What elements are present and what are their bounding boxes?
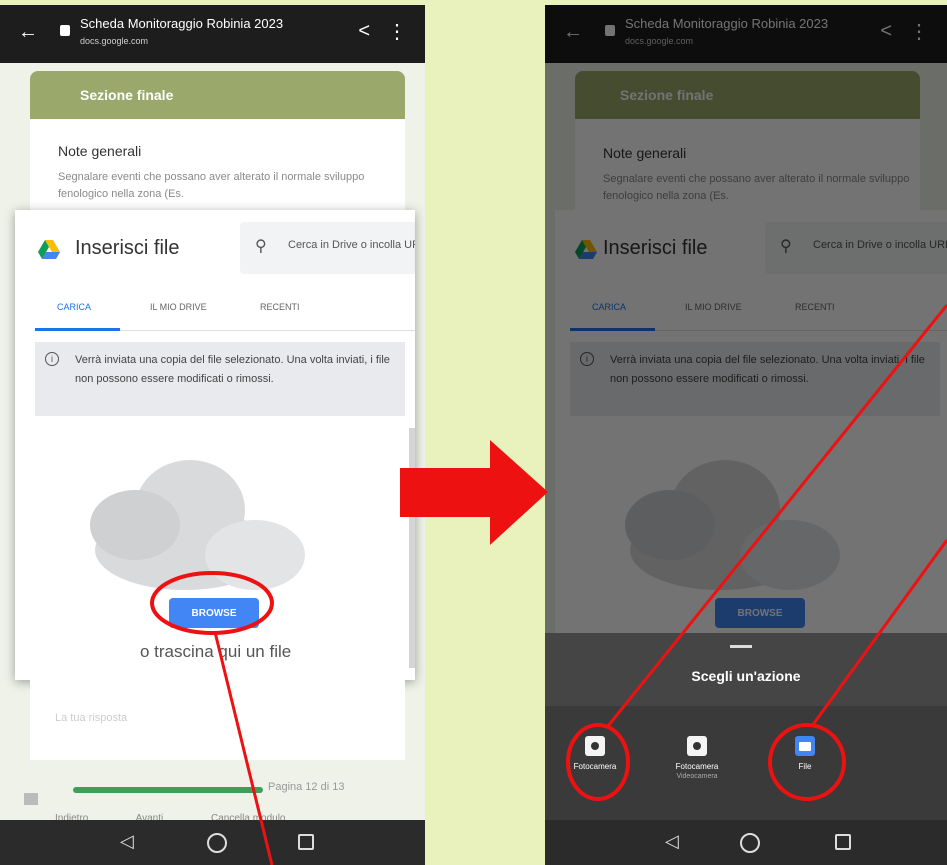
info-icon: i [45,352,59,366]
sheet-drag-handle[interactable] [730,645,752,648]
tab-recenti[interactable]: RECENTI [260,302,300,312]
share-icon[interactable]: < [358,20,370,43]
page-domain: docs.google.com [80,36,149,46]
google-drive-icon [38,240,60,259]
browser-toolbar: ← Scheda Monitoraggio Robinia 2023 docs.… [0,5,425,63]
tab-carica[interactable]: CARICA [57,302,91,312]
action-camera-video[interactable]: Fotocamera Videocamera [657,736,737,780]
question-title: Note generali [58,143,142,159]
transition-arrow-icon [400,440,548,545]
nav-home-icon[interactable] [740,833,760,853]
search-placeholder: Cerca in Drive o incolla URL [288,239,415,251]
action-file[interactable]: File [765,736,845,771]
nav-back-icon[interactable]: ◁ [120,831,134,852]
android-nav-bar: ◁ [545,820,947,865]
phone-screenshot-right: ← Scheda Monitoraggio Robinia 2023 docs.… [545,5,947,865]
nav-recents-icon[interactable] [835,834,851,850]
section-header: Sezione finale [30,71,405,119]
form-progress-bar [73,787,263,793]
phone-screenshot-left: ← Scheda Monitoraggio Robinia 2023 docs.… [0,5,425,865]
insert-file-dialog: Inserisci file ⚲ Cerca in Drive o incoll… [15,210,415,680]
action-label: Fotocamera [573,762,617,771]
dialog-title: Inserisci file [75,237,180,259]
cloud-icon [90,460,305,590]
browse-button[interactable]: BROWSE [169,598,259,628]
answer-placeholder[interactable]: La tua risposta [55,712,127,724]
action-sheet: Scegli un'azione Fotocamera Fotocamera V… [545,633,947,820]
drag-drop-text: o trascina qui un file [140,642,292,661]
android-nav-bar: ◁ [0,820,425,865]
action-label: File [798,762,812,771]
active-tab-indicator [35,328,120,331]
lock-icon [60,25,70,36]
sheet-header: Scegli un'azione [545,633,947,706]
folder-icon [795,736,815,756]
drive-search-input[interactable]: ⚲ Cerca in Drive o incolla URL [240,222,415,274]
info-banner: i Verrà inviata una copia del file selez… [35,342,405,416]
search-icon: ⚲ [255,238,267,255]
tab-il-mio-drive[interactable]: IL MIO DRIVE [150,302,207,312]
nav-recents-icon[interactable] [298,834,314,850]
sheet-title: Scegli un'azione [691,668,801,684]
action-label: Fotocamera [675,762,719,771]
more-vert-icon[interactable]: ⋮ [387,19,407,44]
camera-icon [687,736,707,756]
action-sublabel: Videocamera [676,773,718,780]
feedback-icon[interactable] [24,793,38,805]
answer-card: La tua risposta [30,680,405,760]
page-indicator: Pagina 12 di 13 [268,781,345,793]
question-description: Segnalare eventi che possano aver altera… [58,171,365,200]
back-arrow-icon[interactable]: ← [18,21,38,44]
nav-home-icon[interactable] [207,833,227,853]
page-title: Scheda Monitoraggio Robinia 2023 [80,16,284,31]
dialog-tabs: CARICA IL MIO DRIVE RECENTI [35,290,415,331]
nav-back-icon[interactable]: ◁ [665,831,679,852]
action-camera[interactable]: Fotocamera [555,736,635,771]
info-text: Verrà inviata una copia del file selezio… [75,354,390,385]
camera-icon [585,736,605,756]
